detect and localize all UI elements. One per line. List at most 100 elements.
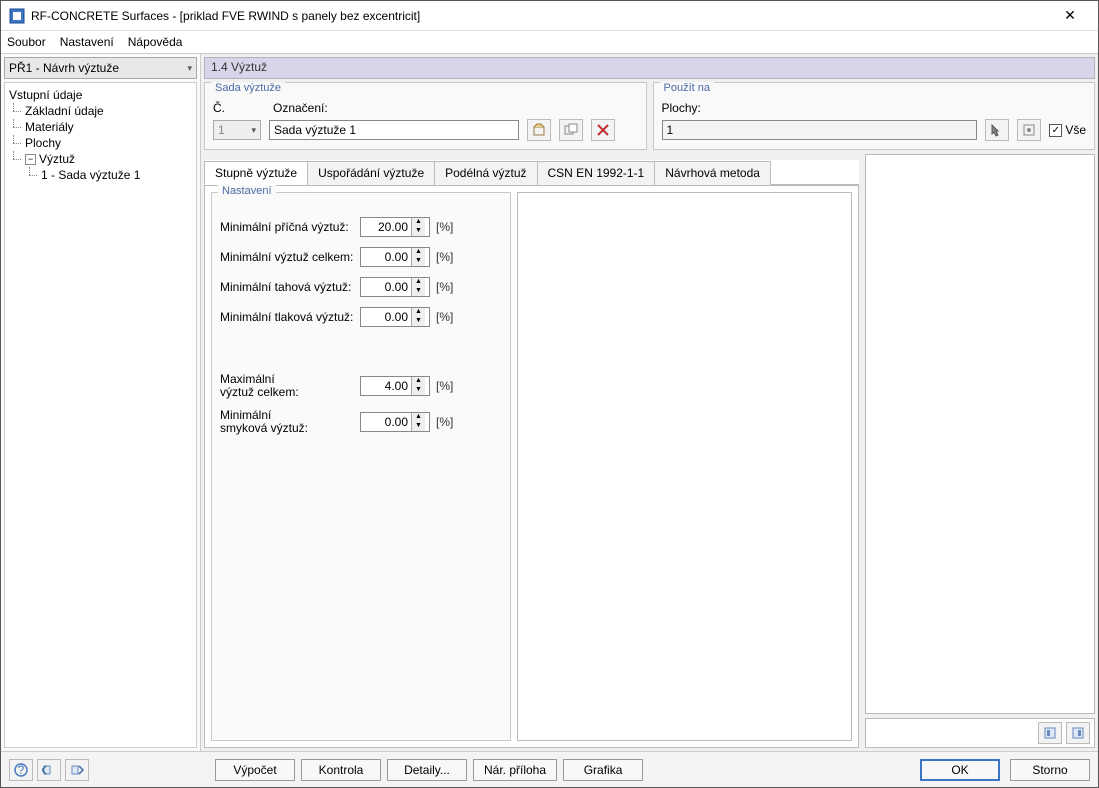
spin-up-icon[interactable]: ▲	[412, 278, 425, 287]
number-value: 1	[218, 123, 225, 137]
unit-min-shear: [%]	[436, 415, 453, 429]
settings-group: Nastavení Minimální příčná výztuž: ▲▼ [%…	[211, 192, 511, 741]
all-label: Vše	[1065, 123, 1086, 137]
val-min-total[interactable]	[361, 249, 411, 265]
surfaces-input[interactable]	[662, 120, 978, 140]
menu-file[interactable]: Soubor	[7, 35, 46, 49]
delete-set-button[interactable]	[591, 119, 615, 141]
lbl-min-transverse: Minimální příčná výztuž:	[220, 221, 360, 234]
val-min-shear[interactable]	[361, 414, 411, 430]
spin-down-icon[interactable]: ▼	[412, 227, 425, 236]
next-button[interactable]	[65, 759, 89, 781]
footer: ? Výpočet Kontrola Detaily... Nár. přílo…	[1, 751, 1098, 787]
surfaces-label: Plochy:	[662, 101, 701, 115]
spin-max-total[interactable]: ▲▼	[360, 376, 430, 396]
number-label: Č.	[213, 101, 225, 115]
pick-surface-button[interactable]	[985, 119, 1009, 141]
chevron-down-icon: ▾	[251, 125, 256, 136]
val-max-total[interactable]	[361, 378, 411, 394]
national-annex-button[interactable]: Nár. příloha	[473, 759, 557, 781]
select-surface-button[interactable]	[1017, 119, 1041, 141]
tab-method[interactable]: Návrhová metoda	[654, 161, 771, 185]
unit-min-total: [%]	[436, 250, 453, 264]
copy-set-button[interactable]	[559, 119, 583, 141]
spin-up-icon[interactable]: ▲	[412, 308, 425, 317]
details-button[interactable]: Detaily...	[387, 759, 467, 781]
titlebar-text: RF-CONCRETE Surfaces - [priklad FVE RWIN…	[31, 9, 1050, 23]
info-button-1[interactable]	[1038, 722, 1062, 744]
val-min-transverse[interactable]	[361, 219, 411, 235]
spin-down-icon[interactable]: ▼	[412, 422, 425, 431]
spin-up-icon[interactable]: ▲	[412, 248, 425, 257]
prev-button[interactable]	[37, 759, 61, 781]
unit-min-tension: [%]	[436, 280, 453, 294]
lbl-max-total: Maximální výztuž celkem:	[220, 373, 360, 399]
cancel-button[interactable]: Storno	[1010, 759, 1090, 781]
unit-min-transverse: [%]	[436, 220, 453, 234]
spin-up-icon[interactable]: ▲	[412, 377, 425, 386]
nav-tree: Vstupní údaje Základní údaje Materiály P…	[4, 82, 197, 748]
info-button-2[interactable]	[1066, 722, 1090, 744]
designation-input[interactable]	[269, 120, 519, 140]
info-panel	[865, 154, 1095, 714]
ok-button[interactable]: OK	[920, 759, 1000, 781]
spin-min-total[interactable]: ▲▼	[360, 247, 430, 267]
menu-settings[interactable]: Nastavení	[60, 35, 114, 49]
tree-collapse-icon[interactable]: −	[25, 154, 36, 165]
spin-down-icon[interactable]: ▼	[412, 317, 425, 326]
menubar: Soubor Nastavení Nápověda	[1, 31, 1098, 53]
menu-help[interactable]: Nápověda	[128, 35, 183, 49]
help-button[interactable]: ?	[9, 759, 33, 781]
tab-degrees[interactable]: Stupně výztuže	[204, 161, 308, 185]
tab-csn[interactable]: CSN EN 1992-1-1	[537, 161, 656, 185]
spin-up-icon[interactable]: ▲	[412, 413, 425, 422]
new-set-button[interactable]	[527, 119, 551, 141]
tab-arrangement[interactable]: Uspořádání výztuže	[307, 161, 435, 185]
svg-text:?: ?	[18, 763, 25, 777]
main: 1.4 Výztuž Sada výztuže Č. Označení: 1	[201, 54, 1098, 751]
close-button[interactable]: ✕	[1050, 7, 1090, 24]
settings-column: Nastavení Minimální příčná výztuž: ▲▼ [%…	[211, 192, 511, 741]
spin-min-compression[interactable]: ▲▼	[360, 307, 430, 327]
tab-longitudinal[interactable]: Podélná výztuž	[434, 161, 537, 185]
case-selector-value: PŘ1 - Návrh výztuže	[9, 61, 119, 75]
spin-min-transverse[interactable]: ▲▼	[360, 217, 430, 237]
right-column	[865, 154, 1095, 748]
row-max-total: Maximální výztuž celkem: ▲▼ [%]	[220, 373, 502, 399]
spin-min-shear[interactable]: ▲▼	[360, 412, 430, 432]
footer-buttons: Výpočet Kontrola Detaily... Nár. příloha…	[215, 759, 643, 781]
tree-item-surfaces[interactable]: Plochy	[7, 135, 194, 151]
spin-min-tension[interactable]: ▲▼	[360, 277, 430, 297]
calc-button[interactable]: Výpočet	[215, 759, 295, 781]
top-groups: Sada výztuže Č. Označení: 1 ▾	[204, 82, 1095, 150]
preview-area	[517, 192, 852, 741]
graphics-button[interactable]: Grafika	[563, 759, 643, 781]
footer-left: ?	[9, 759, 89, 781]
tabs: Stupně výztuže Uspořádání výztuže Podéln…	[204, 160, 859, 185]
app-window: RF-CONCRETE Surfaces - [priklad FVE RWIN…	[0, 0, 1099, 788]
tree-group-reinforcement[interactable]: −Výztuž	[7, 151, 194, 167]
spin-up-icon[interactable]: ▲	[412, 218, 425, 227]
tree-root[interactable]: Vstupní údaje	[7, 87, 194, 103]
check-button[interactable]: Kontrola	[301, 759, 381, 781]
case-selector[interactable]: PŘ1 - Návrh výztuže ▾	[4, 57, 197, 79]
all-surfaces-checkbox[interactable]: ✓ Vše	[1049, 123, 1086, 137]
info-toolbar	[865, 718, 1095, 748]
val-min-tension[interactable]	[361, 279, 411, 295]
number-combo[interactable]: 1 ▾	[213, 120, 261, 140]
tree-item-materials[interactable]: Materiály	[7, 119, 194, 135]
spin-down-icon[interactable]: ▼	[412, 287, 425, 296]
spin-down-icon[interactable]: ▼	[412, 386, 425, 395]
app-icon	[9, 8, 25, 24]
tab-panel: Nastavení Minimální příčná výztuž: ▲▼ [%…	[204, 185, 859, 748]
group-reinforcement-set: Sada výztuže Č. Označení: 1 ▾	[204, 82, 647, 150]
val-min-compression[interactable]	[361, 309, 411, 325]
lbl-min-total: Minimální výztuž celkem:	[220, 251, 360, 264]
spin-down-icon[interactable]: ▼	[412, 257, 425, 266]
tree-subitem-set1[interactable]: 1 - Sada výztuže 1	[7, 167, 194, 183]
checkbox-checked-icon: ✓	[1049, 124, 1062, 137]
row-min-compression: Minimální tlaková výztuž: ▲▼ [%]	[220, 307, 502, 327]
tree-group-label: Výztuž	[39, 152, 75, 166]
tree-item-basic[interactable]: Základní údaje	[7, 103, 194, 119]
chevron-down-icon: ▾	[187, 63, 192, 74]
